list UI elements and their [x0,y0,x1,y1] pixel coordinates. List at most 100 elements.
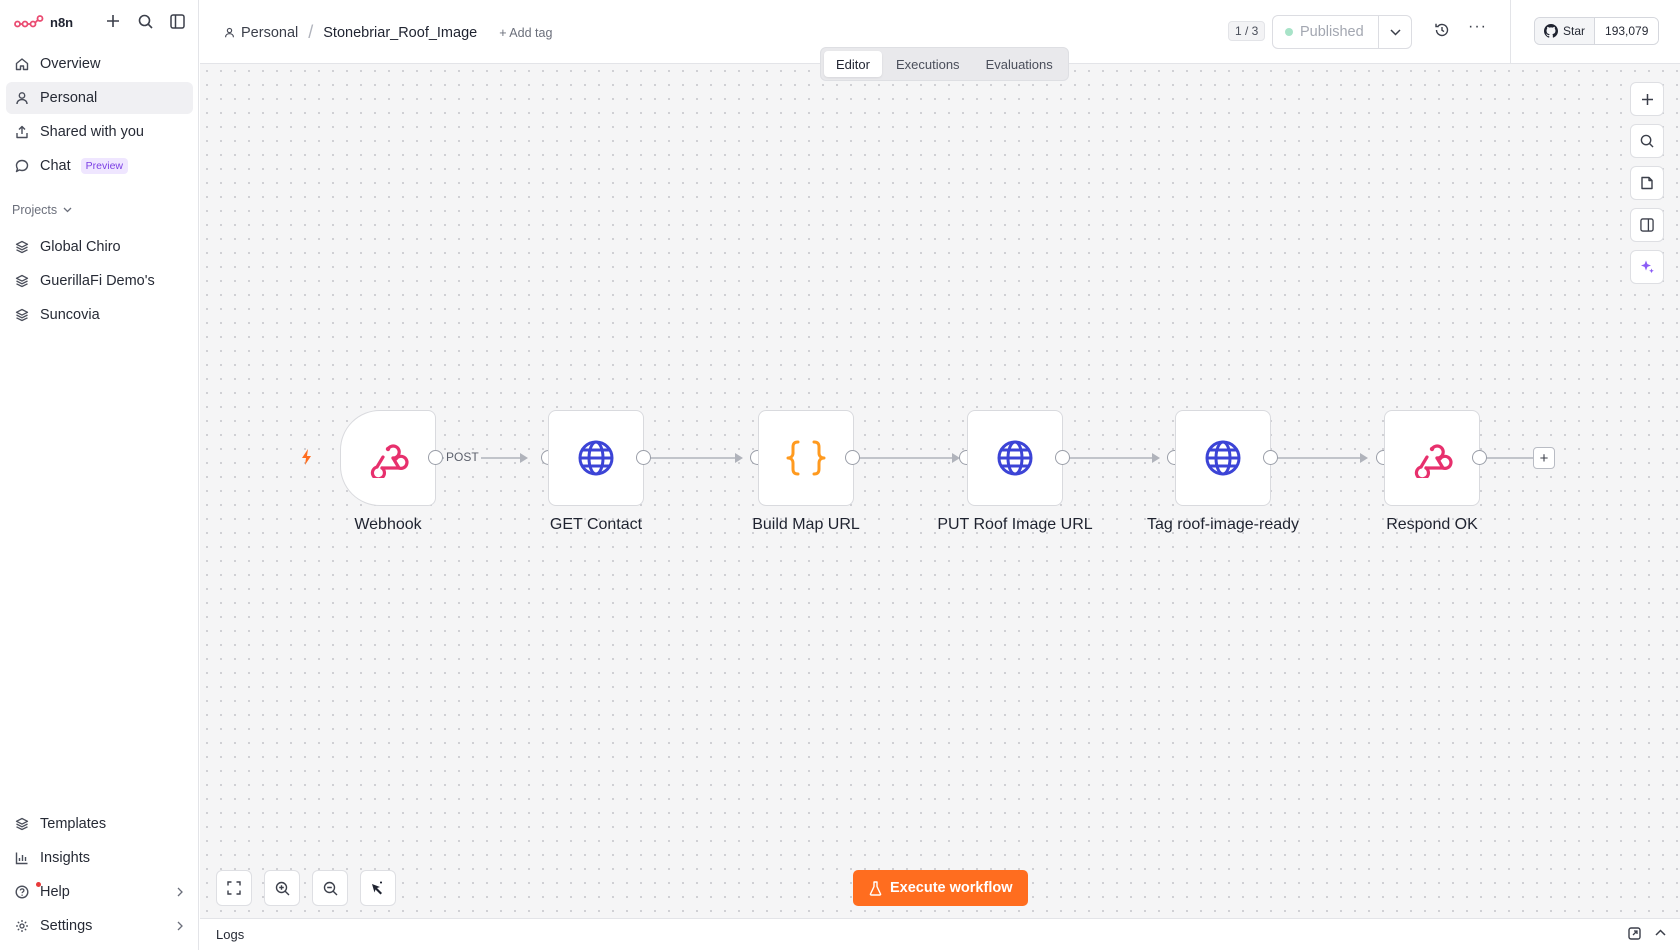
globe-icon [578,440,614,476]
sidebar-item-label: Overview [40,56,101,72]
more-options-icon[interactable]: ··· [1468,18,1487,36]
trigger-bolt-icon [300,448,314,469]
project-label: Global Chiro [40,239,121,255]
collapse-sidebar-icon[interactable] [168,12,186,30]
layers-icon [14,239,30,255]
node-label: PUT Roof Image URL [937,516,1093,533]
publish-label: Published [1300,24,1364,40]
output-handle[interactable] [1263,450,1278,465]
output-handle[interactable] [1055,450,1070,465]
sidebar-item-label: Insights [40,850,90,866]
projects-list: Global Chiro GuerillaFi Demo's Suncovia [6,231,193,333]
publish-button[interactable]: Published [1273,16,1379,48]
node-label: Tag roof-image-ready [1146,516,1300,533]
sidebar-item-label: Settings [40,918,93,934]
node-get-contact[interactable] [548,410,644,506]
code-braces-icon [786,440,826,476]
brand-name: n8n [50,14,74,30]
node-webhook[interactable] [340,410,436,506]
canvas-bottom-toolbar [216,870,396,906]
user-icon [14,90,30,106]
sidebar-item-settings[interactable]: Settings [6,910,193,942]
projects-header[interactable]: Projects [12,203,72,217]
chevron-up-icon[interactable] [1655,927,1666,940]
sidebar-item-overview[interactable]: Overview [6,48,193,80]
execute-workflow-button[interactable]: Execute workflow [853,870,1029,906]
github-star-count: 193,079 [1595,18,1659,44]
globe-icon [997,440,1033,476]
sidebar-item-label: Templates [40,816,107,832]
pop-out-icon[interactable] [1628,927,1641,940]
project-label: GuerillaFi Demo's [40,273,155,289]
fit-view-icon [227,881,241,895]
flask-icon [869,880,882,896]
chevron-down-icon [63,207,72,213]
node-respond-ok[interactable] [1384,410,1480,506]
share-icon [14,124,30,140]
zoom-out-button[interactable] [312,870,348,906]
sidebar-item-chat[interactable]: Chat Preview [6,150,193,182]
sidebar-item-personal[interactable]: Personal [6,82,193,114]
search-icon[interactable] [136,12,154,30]
add-next-node-button[interactable]: + [1533,447,1555,469]
output-handle[interactable] [1472,450,1487,465]
chat-icon [14,158,30,174]
sidebar-item-templates[interactable]: Templates [6,808,193,840]
sidebar-item-label: Personal [40,90,98,106]
zoom-out-icon [323,881,337,895]
notification-dot [36,882,41,887]
project-label: Suncovia [40,307,100,323]
add-tag-button[interactable]: + Add tag [499,26,552,40]
history-icon[interactable] [1434,22,1450,41]
logs-panel-bar[interactable]: Logs [200,918,1680,950]
output-handle[interactable] [428,450,443,465]
workflow-name[interactable]: Stonebriar_Roof_Image [323,25,477,41]
create-plus-icon[interactable] [104,12,122,30]
templates-icon [14,816,30,832]
breadcrumb: Personal / Stonebriar_Roof_Image + Add t… [224,22,552,43]
sidebar-item-project[interactable]: Global Chiro [6,231,193,263]
github-star-label: Star [1563,24,1586,38]
github-star-button[interactable]: Star [1535,18,1596,44]
chevron-down-icon [1389,28,1401,36]
chevron-right-icon [177,887,183,897]
zoom-in-icon [275,881,289,895]
publish-control: Published [1272,15,1412,49]
zoom-in-button[interactable] [264,870,300,906]
status-dot [1285,28,1293,36]
sidebar-item-project[interactable]: Suncovia [6,299,193,331]
webhook-icon [1414,444,1453,478]
webhook-icon [370,444,409,478]
node-label: GET Contact [549,516,643,533]
sidebar-item-label: Chat [40,158,71,174]
node-tag-roof-image-ready[interactable] [1175,410,1271,506]
chevron-right-icon [177,921,183,931]
sidebar-item-insights[interactable]: Insights [6,842,193,874]
publish-dropdown-button[interactable] [1379,16,1411,48]
insights-icon [14,850,30,866]
arrow-head [520,453,528,463]
layers-icon [14,307,30,323]
tidy-up-button[interactable] [360,870,396,906]
github-star-widget[interactable]: Star 193,079 [1534,17,1660,45]
breadcrumb-project-label: Personal [241,24,299,41]
home-icon [14,56,30,72]
sidebar-item-help[interactable]: Help [6,876,193,908]
bottom-nav: Templates Insights Help Settings [6,808,193,944]
version-counter: 1 / 3 [1228,21,1266,41]
node-put-roof-image-url[interactable] [967,410,1063,506]
workflow-canvas[interactable]: Editor Executions Evaluations POST Webho… [200,47,1680,918]
output-handle[interactable] [636,450,651,465]
sidebar-item-shared[interactable]: Shared with you [6,116,193,148]
node-build-map-url[interactable] [758,410,854,506]
globe-icon [1205,440,1241,476]
arrow-head [1360,453,1368,463]
fit-view-button[interactable] [216,870,252,906]
sidebar-item-project[interactable]: GuerillaFi Demo's [6,265,193,297]
node-label: Respond OK [1386,516,1478,533]
brand-logo[interactable]: n8n [14,12,73,32]
breadcrumb-project[interactable]: Personal [224,25,298,41]
output-handle[interactable] [845,450,860,465]
help-icon [14,884,30,900]
preview-badge: Preview [80,158,128,174]
